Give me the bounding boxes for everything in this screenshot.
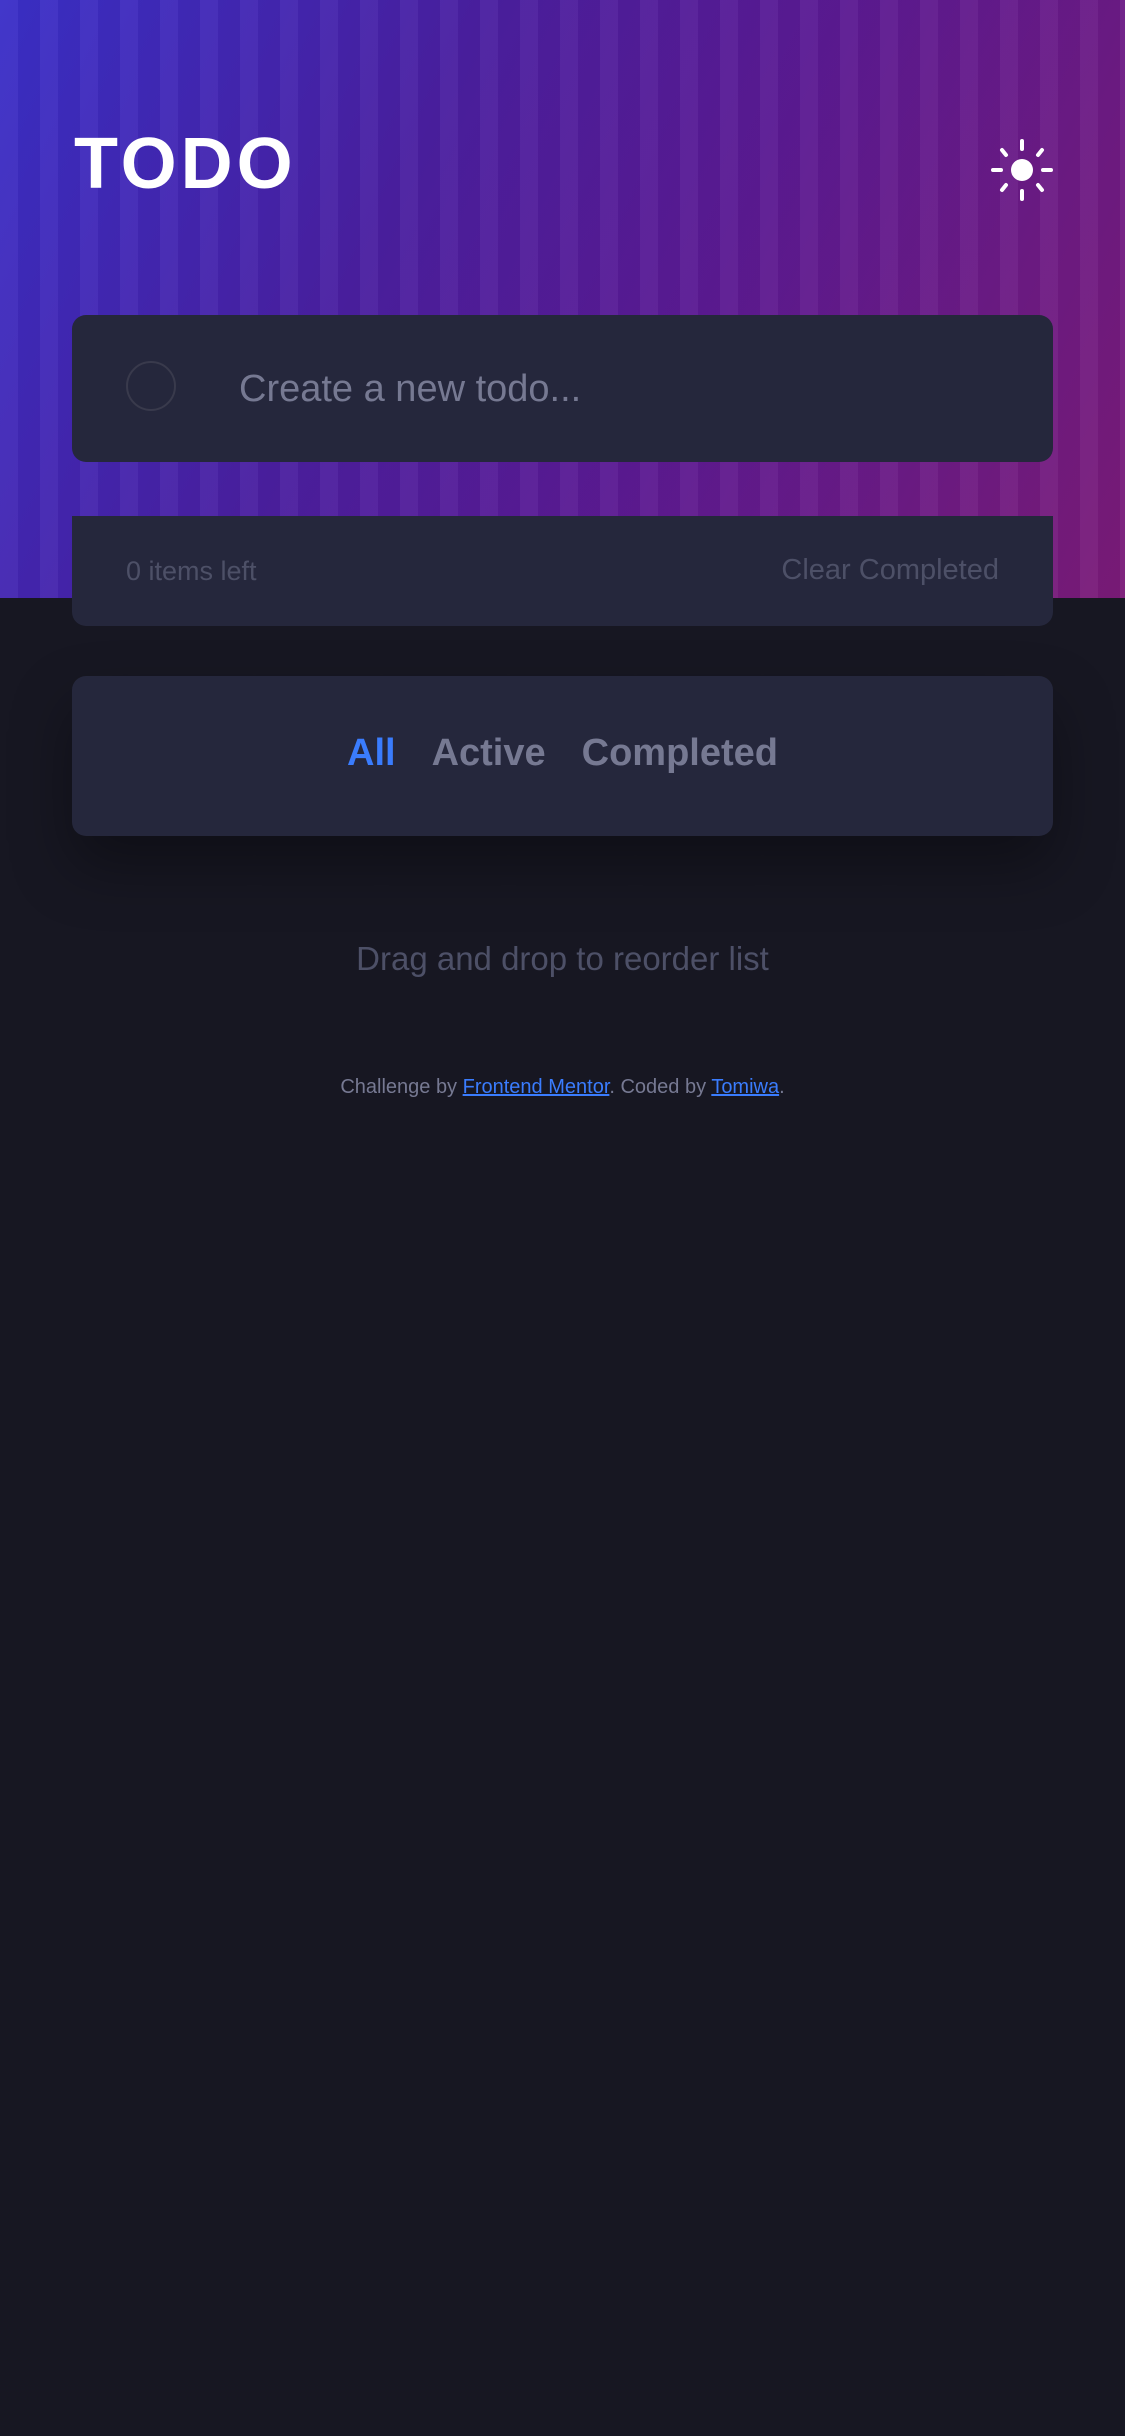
attribution-prefix: Challenge by bbox=[340, 1076, 463, 1098]
filter-all[interactable]: All bbox=[347, 732, 396, 775]
filter-completed[interactable]: Completed bbox=[582, 732, 778, 775]
attribution-suffix: . bbox=[779, 1076, 785, 1098]
complete-checkbox[interactable] bbox=[126, 361, 176, 411]
app-title: TODO bbox=[74, 124, 297, 204]
new-todo-card bbox=[72, 315, 1053, 462]
sun-icon bbox=[991, 139, 1053, 201]
attribution-middle: . Coded by bbox=[609, 1076, 712, 1098]
list-footer: 0 items left Clear Completed bbox=[72, 516, 1053, 626]
clear-completed-button[interactable]: Clear Completed bbox=[781, 554, 999, 587]
attribution: Challenge by Frontend Mentor. Coded by T… bbox=[0, 1076, 1125, 1099]
filter-active[interactable]: Active bbox=[432, 732, 546, 775]
theme-toggle-button[interactable] bbox=[990, 138, 1054, 202]
new-todo-input[interactable] bbox=[237, 351, 1021, 427]
frontend-mentor-link[interactable]: Frontend Mentor bbox=[463, 1076, 610, 1098]
author-link[interactable]: Tomiwa bbox=[711, 1076, 779, 1098]
header-background bbox=[0, 0, 1125, 598]
filter-bar: All Active Completed bbox=[72, 676, 1053, 836]
drag-hint: Drag and drop to reorder list bbox=[356, 940, 769, 977]
items-left-count: 0 items left bbox=[126, 556, 257, 586]
